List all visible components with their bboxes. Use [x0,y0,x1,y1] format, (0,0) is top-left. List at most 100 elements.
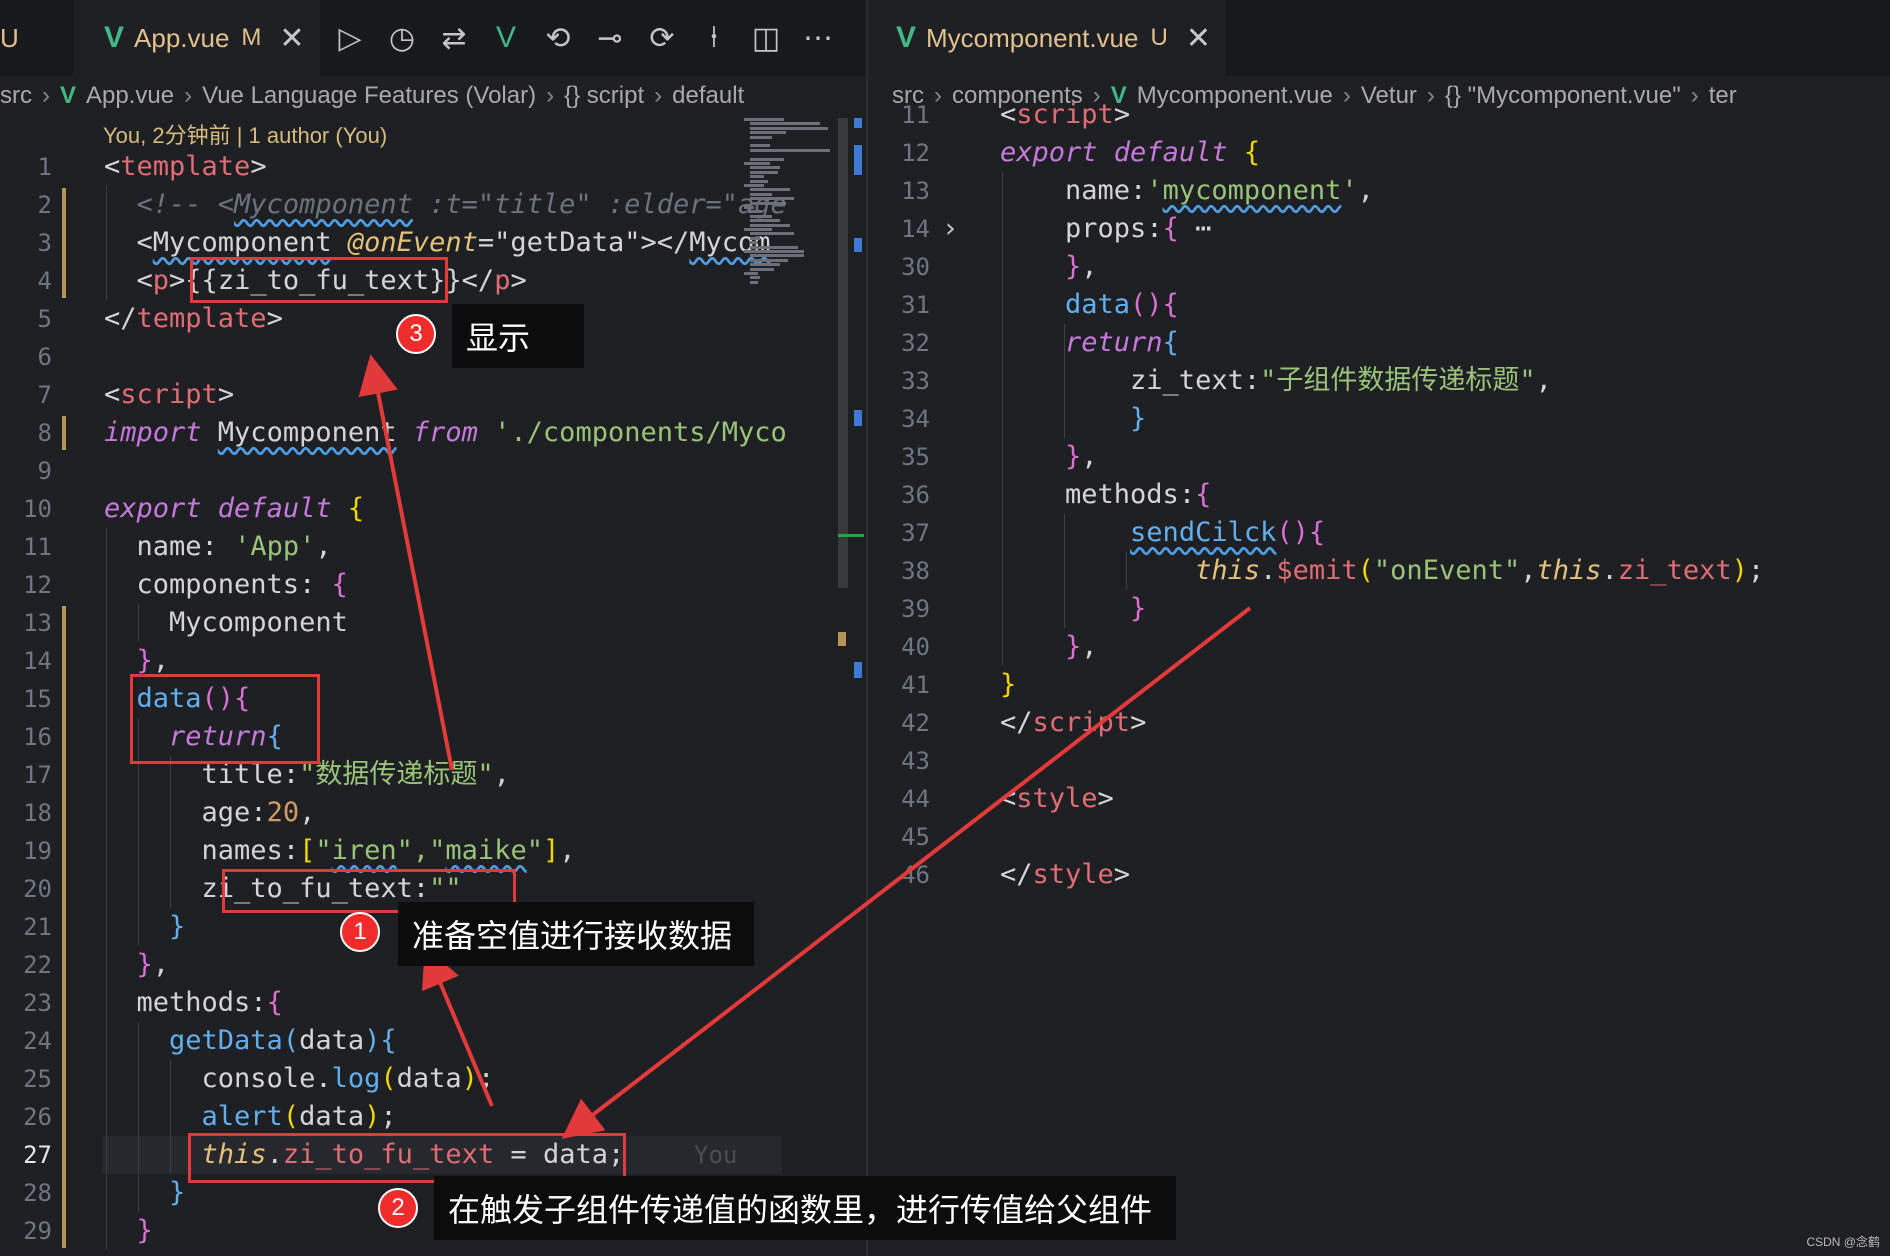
commit-icon[interactable]: ⊸ [590,18,630,58]
tab-label: Mycomponent.vue [926,22,1139,53]
code-line[interactable]: 11 name: 'App', [0,528,866,566]
code-line[interactable]: 25 console.log(data); [0,1060,866,1098]
code-token: ( [282,1025,300,1056]
git-graph-icon[interactable]: ⍿ [694,18,734,58]
code-line[interactable]: 10 export default { [0,490,866,528]
code-token: { [266,987,283,1018]
go-back-icon[interactable]: ⟲ [538,18,578,58]
code-line[interactable]: 37 sendCilck(){ [868,514,1890,552]
line-number: 36 [901,481,930,509]
code-token: getData [104,1025,283,1056]
annotation-callout-display: 显示 [452,304,584,368]
annotation-badge-3: 3 [396,314,436,354]
code-line[interactable]: 32 return{ [868,324,1890,362]
code-line[interactable]: 7 <script> [0,376,866,414]
scrollbar-thumb[interactable] [838,118,848,588]
code-line[interactable]: 11 <script> [868,96,1890,134]
code-line[interactable]: 13 Mycomponent [0,604,866,642]
code-line[interactable]: 33 zi_text:"子组件数据传递标题", [868,362,1890,400]
code-text: export default { [104,490,364,528]
code-line[interactable]: 35 }, [868,438,1890,476]
code-line[interactable]: 30 }, [868,248,1890,286]
code-line[interactable]: 40 }, [868,628,1890,666]
code-line[interactable]: 31 data(){ [868,286,1890,324]
code-line[interactable]: 14 › props:{ ⋯ [868,210,1890,248]
breadcrumb-separator-icon: › [654,82,663,109]
code-token: data [299,1025,365,1056]
previous-tab-fragment[interactable]: U [0,0,30,76]
line-number: 43 [901,747,930,775]
vue-devtools-icon[interactable]: V [486,18,526,58]
code-line[interactable]: 44 <style> [868,780,1890,818]
run-icon[interactable]: ▷ [330,18,370,58]
code-line[interactable]: 9 [0,452,866,490]
code-token: data [299,1101,365,1132]
close-icon[interactable]: ✕ [279,21,304,56]
code-token: , [1081,631,1098,662]
code-line[interactable]: 38 this.$emit("onEvent",this.zi_text); [868,552,1890,590]
compare-changes-icon[interactable]: ⇄ [434,18,474,58]
line-number: 30 [901,253,930,281]
code-line[interactable]: 36 methods:{ [868,476,1890,514]
code-line[interactable]: 12 export default { [868,134,1890,172]
code-text: } [104,908,185,946]
tab-mycomponent-vue[interactable]: V Mycomponent.vue U ✕ [868,0,1226,76]
code-token: log [331,1063,381,1094]
code-line[interactable]: 24 getData(data){ [0,1022,866,1060]
git-blame-annotation[interactable]: You, 2分钟前 | 1 author (You) [103,118,387,150]
code-token: import [104,417,218,448]
code-text: export default { [1000,134,1260,172]
more-actions-icon[interactable]: ⋯ [798,18,838,58]
code-token: this [1195,555,1261,586]
line-number: 12 [23,571,52,599]
code-line[interactable]: 19 names:["iren","maike"], [0,832,866,870]
code-token: p [152,265,170,296]
git-change-indicator[interactable] [62,606,66,1248]
breadcrumb-item[interactable]: Vue Language Features (Volar) [202,82,536,110]
fold-chevron-icon[interactable]: › [942,210,958,248]
git-change-indicator[interactable] [62,188,66,298]
code-line[interactable]: 26 alert(data); [0,1098,866,1136]
code-token: ></ [640,227,690,258]
code-token: } [169,911,186,942]
breadcrumb-item[interactable]: src [0,82,32,110]
code-text: <script> [104,376,234,414]
scrollbar-change-marker [854,118,862,128]
minimap-line [750,210,762,214]
code-text: components: { [104,566,348,604]
code-line[interactable]: 23 methods:{ [0,984,866,1022]
code-line[interactable]: 46 </style> [868,856,1890,894]
split-editor-icon[interactable]: ◫ [746,18,786,58]
code-line[interactable]: 12 components: { [0,566,866,604]
code-line[interactable]: 1 <template> [0,148,866,186]
git-change-indicator[interactable] [62,416,66,450]
tab-app-vue[interactable]: V App.vue M ✕ [74,0,320,76]
code-token: </ [1000,707,1033,738]
code-line[interactable]: 34 } [868,400,1890,438]
breadcrumb-item[interactable]: {} script [564,82,644,110]
code-line[interactable]: 8 import Mycomponent from './components/M… [0,414,866,452]
line-number: 38 [901,557,930,585]
code-token: = [477,227,495,258]
code-line[interactable]: 39 } [868,590,1890,628]
highlight-box-interpolation [190,257,448,303]
minimap[interactable] [740,118,840,288]
close-icon[interactable]: ✕ [1186,21,1211,56]
code-line[interactable]: 43 [868,742,1890,780]
breadcrumb-item[interactable]: default [672,82,744,110]
code-line[interactable]: 18 age:20, [0,794,866,832]
go-forward-icon[interactable]: ⟳ [642,18,682,58]
code-line[interactable]: 41} [868,666,1890,704]
code-line[interactable]: 42 </script> [868,704,1890,742]
code-line[interactable]: 2 <!-- <Mycomponent :t="title" :elder="a… [0,186,866,224]
line-number: 20 [23,875,52,903]
left-tab-bar: U V App.vue M ✕ ▷ ◷ ⇄ V ⟲ ⊸ ⟳ ⍿ ◫ ⋯ [0,0,866,76]
code-token: $emit [1276,555,1358,586]
vue-icon: V [104,21,125,54]
vue-icon: V [60,82,77,109]
timeline-icon[interactable]: ◷ [382,18,422,58]
code-line[interactable]: 13 name:'mycomponent', [868,172,1890,210]
code-line[interactable]: 45 [868,818,1890,856]
breadcrumb-item[interactable]: App.vue [86,82,174,110]
